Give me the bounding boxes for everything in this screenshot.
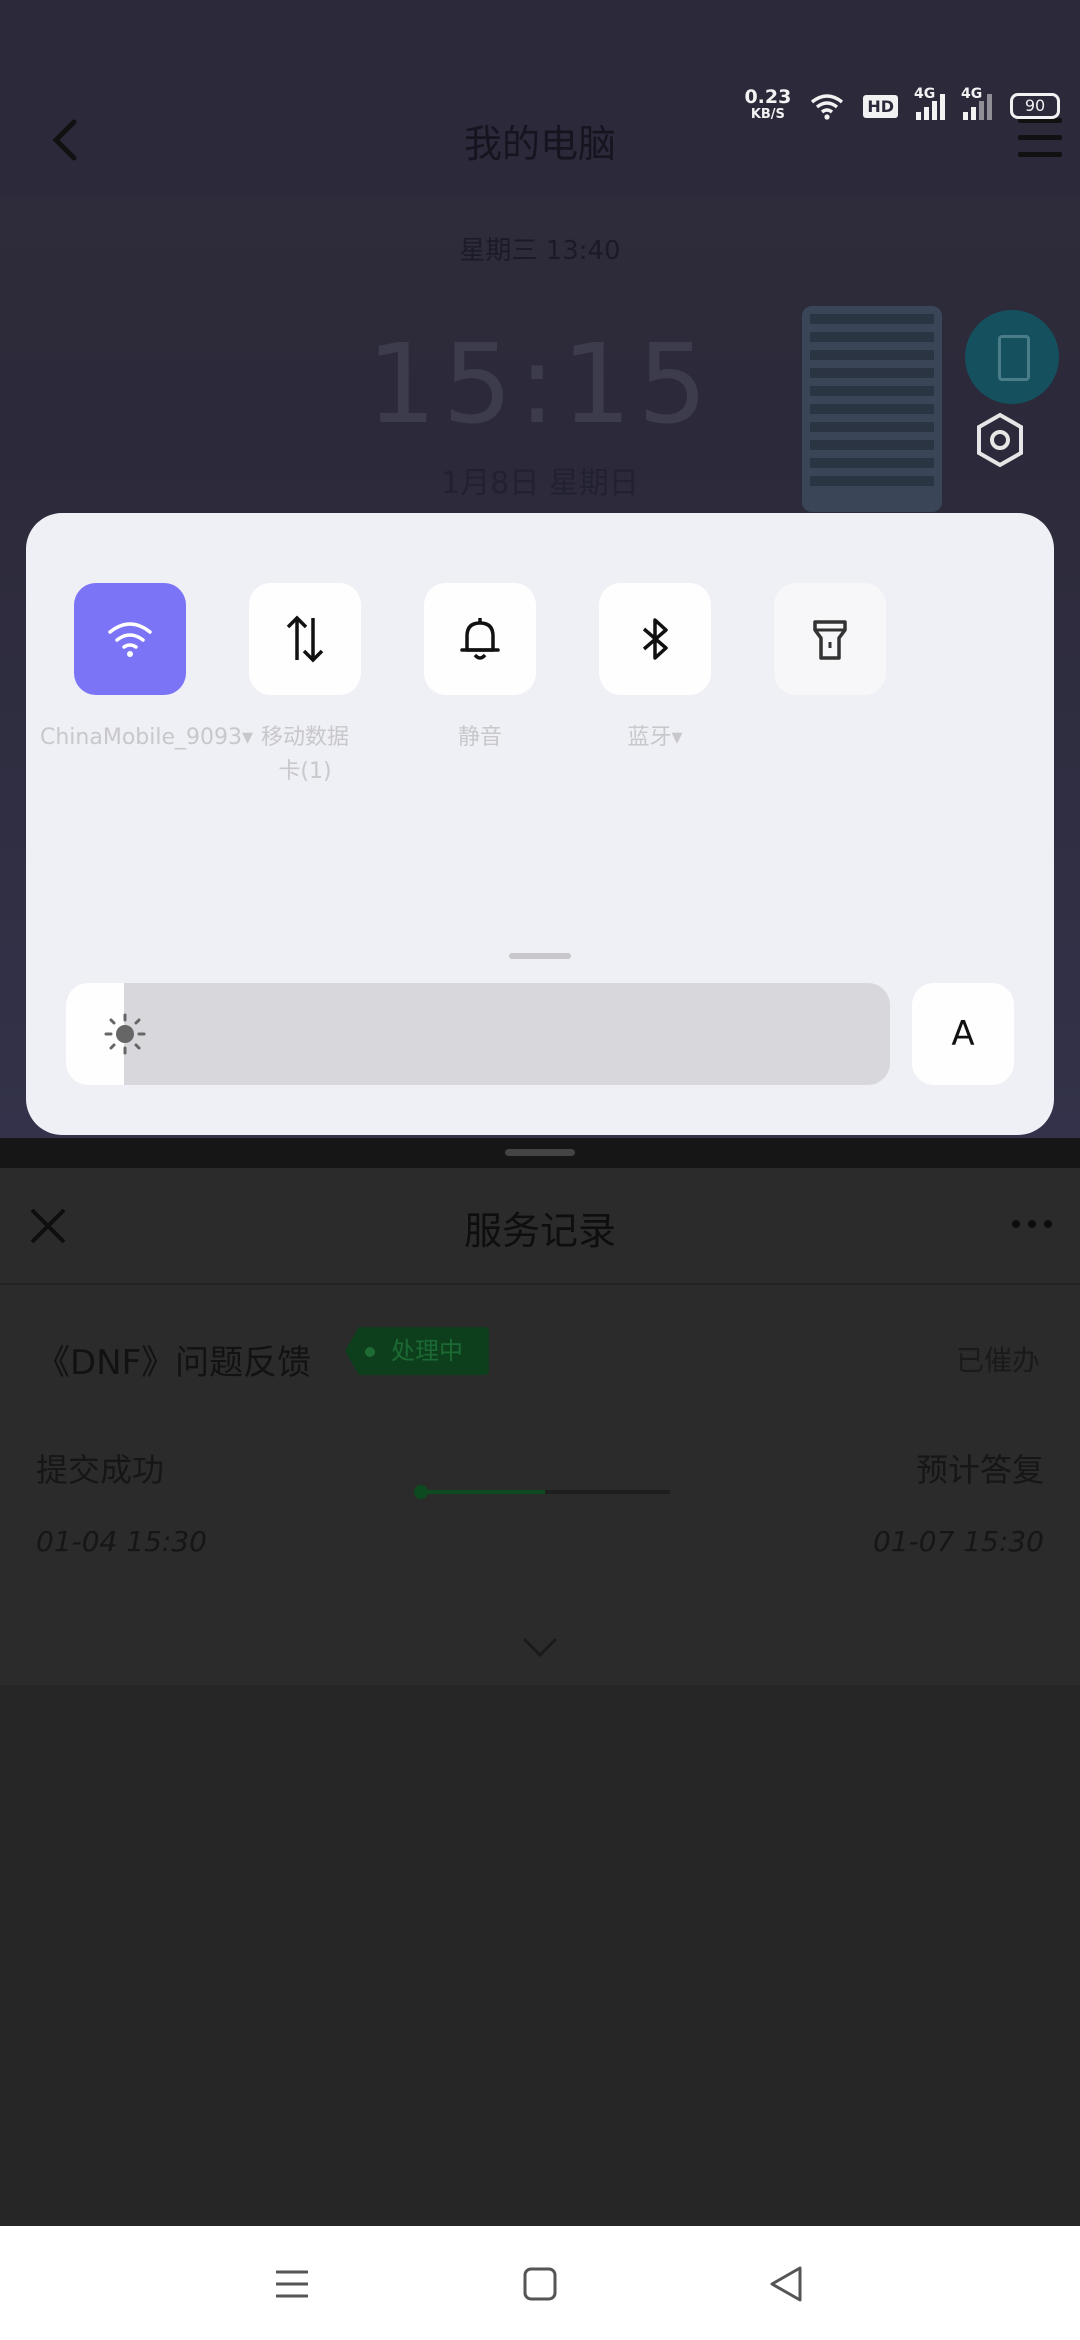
bluetooth-icon	[642, 618, 668, 660]
flashlight-icon	[813, 620, 847, 660]
phone-floating-button[interactable]	[965, 310, 1059, 404]
flashlight-toggle[interactable]	[774, 583, 886, 695]
chevron-down-icon[interactable]	[520, 1635, 560, 1659]
home-nav-icon[interactable]	[518, 2262, 562, 2306]
widget-date-line: 星期三 13:40	[459, 236, 621, 266]
eta-step-time: 01-07 15:30	[873, 1525, 1044, 1558]
network-speed: 0.23 KB/S	[744, 86, 792, 123]
screen-preview-thumbnail[interactable]	[802, 306, 942, 512]
service-title: 服务记录	[463, 1209, 616, 1253]
issue-title: 《DNF》问题反馈	[36, 1343, 312, 1383]
speed-unit: KB/S	[750, 107, 785, 122]
hd-badge: HD	[863, 94, 898, 118]
eta-step-label: 预计答复	[915, 1451, 1044, 1489]
signal-bars-icon: 4G	[914, 86, 945, 120]
progress-fill	[420, 1490, 545, 1494]
service-header: 服务记录	[0, 1168, 1080, 1283]
back-nav-icon[interactable]	[764, 2262, 808, 2306]
split-screen-divider[interactable]	[0, 1138, 1080, 1168]
panel-drag-handle[interactable]	[509, 953, 571, 959]
progress-dot	[414, 1485, 428, 1499]
divider-handle[interactable]	[505, 1149, 575, 1156]
network-type-2: 4G	[961, 86, 983, 102]
more-options-icon[interactable]	[1012, 1220, 1052, 1228]
menu-nav-icon[interactable]	[270, 2262, 314, 2306]
status-badge: 处理中	[345, 1327, 489, 1375]
mute-label: 静音	[457, 725, 502, 750]
progress-track	[414, 1485, 670, 1499]
submit-step-label: 提交成功	[36, 1451, 165, 1489]
signal-bars-icon: 4G	[961, 86, 992, 120]
bluetooth-toggle[interactable]	[599, 583, 711, 695]
speed-value: 0.23	[744, 86, 792, 108]
wifi-label: ChinaMobile_9093▾	[40, 725, 254, 750]
battery-indicator: 90	[1010, 93, 1060, 119]
wifi-icon	[108, 622, 152, 657]
status-bar: 0.23 KB/S HD 4G 4G 90	[744, 86, 1060, 126]
quick-settings-panel: ChinaMobile_9093▾ 移动数据 卡(1) 静音 蓝牙▾ A	[26, 513, 1054, 1135]
network-type-1: 4G	[914, 86, 936, 102]
wifi-toggle[interactable]	[74, 583, 186, 695]
settings-hexagon-icon[interactable]	[975, 412, 1025, 468]
wifi-status-icon	[811, 94, 844, 120]
mobile-data-label: 移动数据 卡(1)	[260, 725, 349, 784]
auto-brightness-button[interactable]: A	[912, 983, 1014, 1085]
sun-icon	[104, 1013, 146, 1055]
service-record-card[interactable]: 《DNF》问题反馈 处理中 已催办 提交成功 01-04 15:30 预计答复 …	[0, 1283, 1080, 1685]
urge-button[interactable]: 已催办	[956, 1339, 1040, 1379]
bluetooth-label: 蓝牙▾	[627, 725, 683, 750]
bell-icon	[460, 618, 500, 660]
mobile-data-icon	[286, 615, 324, 663]
brightness-slider[interactable]	[66, 983, 890, 1085]
top-app-bar: 我的电脑 0.23 KB/S HD 4G 4G 90	[0, 0, 1080, 195]
submit-step-time: 01-04 15:30	[36, 1525, 207, 1558]
mobile-data-toggle[interactable]	[249, 583, 361, 695]
phone-icon	[998, 335, 1030, 381]
system-navigation-bar	[0, 2226, 1080, 2340]
mute-toggle[interactable]	[424, 583, 536, 695]
bottom-app-background: 服务记录 《DNF》问题反馈 处理中 已催办 提交成功 01-04 15:30 …	[0, 1168, 1080, 2226]
